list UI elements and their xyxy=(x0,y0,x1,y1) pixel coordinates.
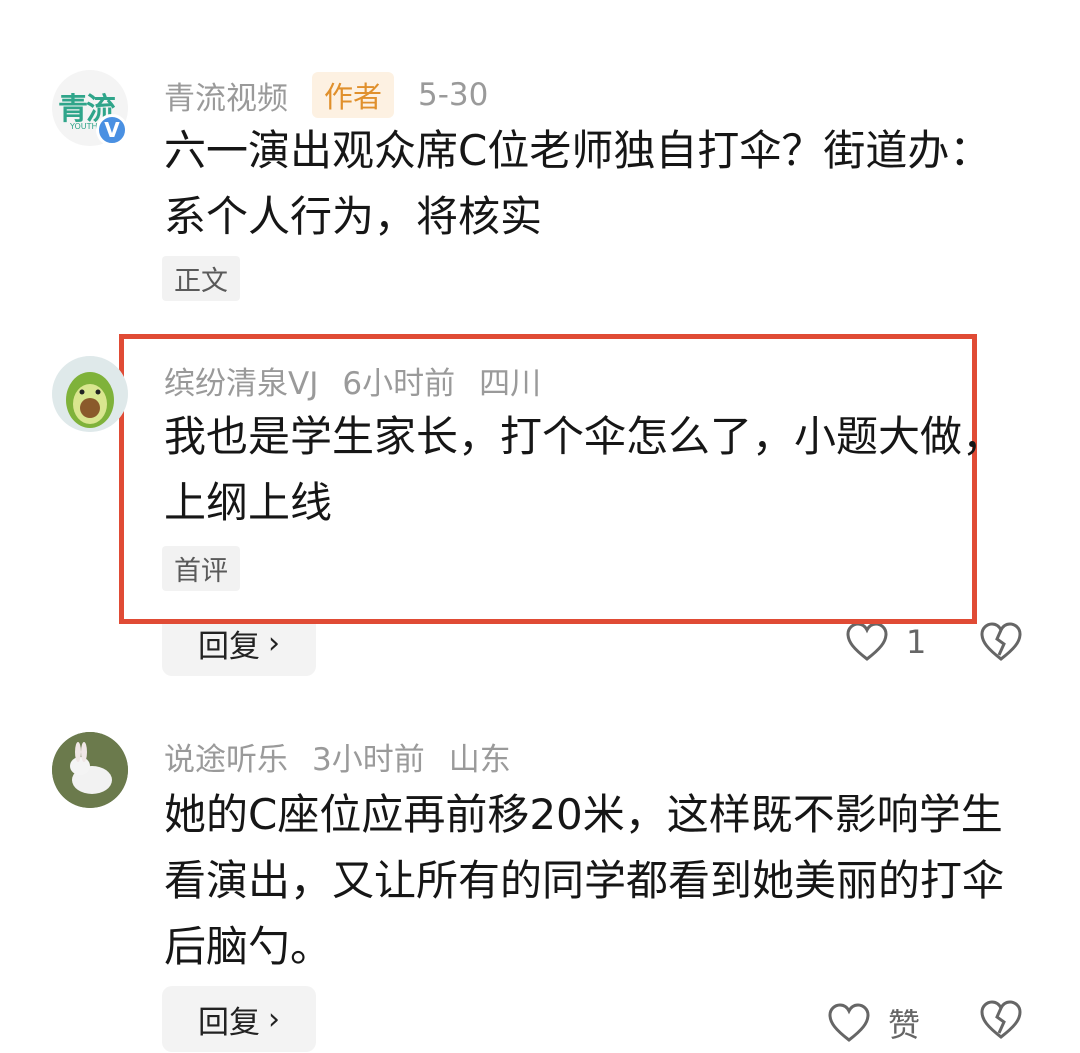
qingliu-logo-sub: YOUTH xyxy=(70,122,98,131)
like-button[interactable]: 赞 xyxy=(828,1000,920,1046)
heart-icon xyxy=(828,1003,870,1042)
avatar-rabbit[interactable] xyxy=(52,732,128,808)
comment-meta: 缤纷清泉VJ 6小时前 四川 xyxy=(164,358,565,403)
like-button[interactable]: 1 xyxy=(846,622,926,662)
chevron-right-icon: › xyxy=(268,1001,280,1037)
timestamp: 6小时前 xyxy=(342,366,456,402)
comment-text[interactable]: 她的C座位应再前移20米，这样既不影响学生看演出，又让所有的同学都看到她美丽的打… xyxy=(164,782,1004,980)
comment-text[interactable]: 六一演出观众席C位老师独自打伞？街道办：系个人行为，将核实 xyxy=(164,118,1004,250)
avocado-avatar-image xyxy=(52,356,128,432)
timestamp: 5-30 xyxy=(418,77,489,113)
like-count: 1 xyxy=(906,623,927,661)
heart-icon xyxy=(846,622,888,661)
broken-heart-icon[interactable] xyxy=(980,622,1022,662)
location: 山东 xyxy=(448,742,511,778)
reply-label: 回复 xyxy=(198,628,260,665)
chevron-right-icon: › xyxy=(268,625,280,661)
tag-shouping[interactable]: 首评 xyxy=(162,546,240,591)
verified-v-icon: V xyxy=(96,114,128,146)
username[interactable]: 青流视频 xyxy=(164,73,288,118)
comment-meta: 说途听乐 3小时前 山东 xyxy=(164,734,535,779)
rabbit-avatar-image xyxy=(52,732,128,808)
broken-heart-icon[interactable] xyxy=(980,1000,1022,1040)
username[interactable]: 说途听乐 xyxy=(164,734,288,779)
avatar-avocado[interactable] xyxy=(52,356,128,432)
comment-meta: 青流视频 作者 5-30 xyxy=(164,72,512,118)
reply-label: 回复 xyxy=(198,1004,260,1041)
tag-zhengwen[interactable]: 正文 xyxy=(162,256,240,301)
username[interactable]: 缤纷清泉VJ xyxy=(164,358,318,403)
comment-text[interactable]: 我也是学生家长，打个伞怎么了，小题大做，上纲上线 xyxy=(164,404,1004,536)
location: 四川 xyxy=(479,366,542,402)
reply-button[interactable]: 回复 › xyxy=(162,986,316,1052)
like-label: 赞 xyxy=(888,1006,921,1044)
author-badge: 作者 xyxy=(312,72,395,118)
timestamp: 3小时前 xyxy=(312,742,425,778)
